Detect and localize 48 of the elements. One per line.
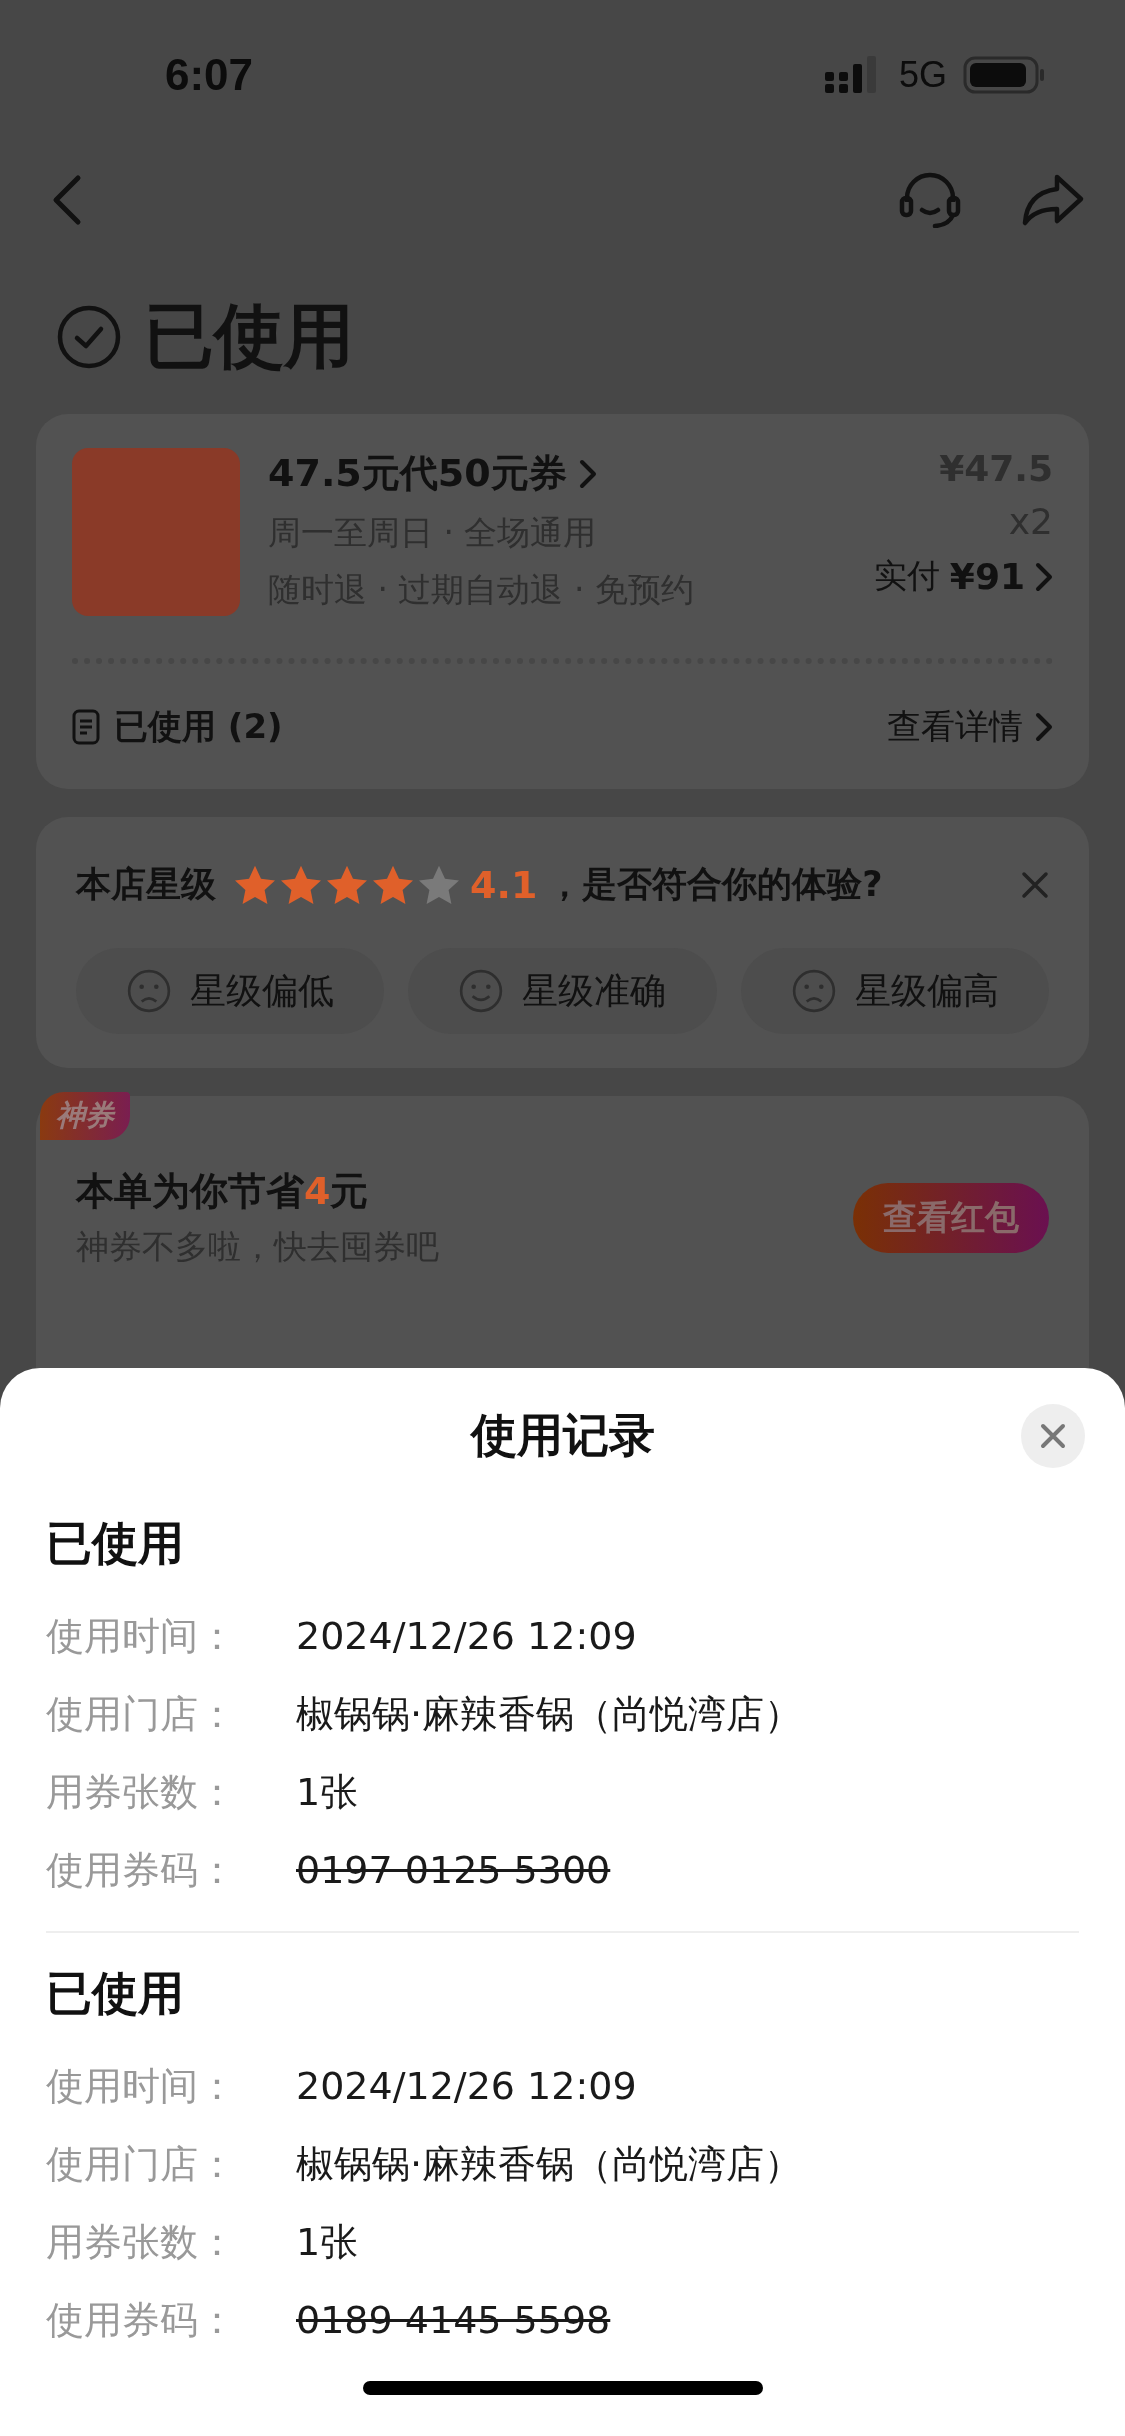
field-label: 使用时间： (46, 2062, 237, 2110)
close-icon (1039, 1422, 1067, 1450)
frown-face-icon (790, 968, 837, 1014)
close-icon[interactable] (1021, 870, 1049, 899)
savings-text: 本单为你节省4元 (76, 1168, 370, 1215)
record-status: 已使用 (46, 1965, 185, 2022)
rating-label: 本店星级 (76, 863, 216, 906)
rating-option[interactable]: 星级偏高 (740, 948, 1049, 1034)
field-label: 用券张数： (46, 2218, 237, 2266)
battery-icon (963, 56, 1045, 94)
rating-option[interactable]: 星级偏低 (76, 948, 385, 1034)
field-label: 使用时间： (46, 1612, 237, 1660)
field-label: 使用门店： (46, 1690, 237, 1738)
field-label: 使用券码： (46, 1846, 237, 1894)
field-value: 1张 (296, 1768, 359, 1816)
rating-score: 4.1 (470, 862, 538, 907)
frown-face-icon (126, 968, 173, 1014)
record-status: 已使用 (46, 1515, 185, 1572)
check-circle-icon (56, 304, 122, 370)
chevron-icon (1035, 561, 1053, 592)
field-value: 1张 (296, 2218, 359, 2266)
field-value: 2024/12/26 12:09 (296, 1614, 637, 1658)
status-time: 6:07 (165, 50, 254, 100)
details-link[interactable]: 查看详情 (887, 703, 1053, 750)
field-label: 使用券码： (46, 2296, 237, 2344)
paid-label: 实付 (873, 555, 940, 597)
share-icon[interactable] (1021, 173, 1085, 227)
field-value: 椒锅锅·麻辣香锅（尚悦湾店） (296, 1690, 803, 1738)
paid-amount: ¥91 (949, 556, 1025, 597)
network-label: 5G (898, 54, 947, 96)
field-value: 2024/12/26 12:09 (296, 2064, 637, 2108)
coupon-code: 0189 4145 5598 (296, 2298, 611, 2342)
chevron-icon (1035, 711, 1053, 742)
smile-face-icon (458, 968, 505, 1014)
coupon-code: 0197 0125 5300 (296, 1848, 611, 1892)
promo-tag: 神券 (40, 1092, 130, 1140)
field-value: 椒锅锅·麻辣香锅（尚悦湾店） (296, 2140, 803, 2188)
chevron-icon (578, 458, 597, 489)
rating-option[interactable]: 星级准确 (408, 948, 717, 1034)
usage-label: 已使用 (2) (114, 704, 283, 748)
rating-question: ，是否符合你的体验? (547, 863, 883, 906)
headset-icon[interactable] (899, 172, 961, 228)
document-icon (72, 708, 100, 745)
field-label: 使用门店： (46, 2140, 237, 2188)
coupon-title[interactable]: 47.5元代50元券 (268, 448, 846, 499)
field-label: 用券张数： (46, 1768, 237, 1816)
view-coupons-button[interactable]: 查看红包 (853, 1183, 1049, 1253)
sheet-title: 使用记录 (470, 1406, 655, 1464)
